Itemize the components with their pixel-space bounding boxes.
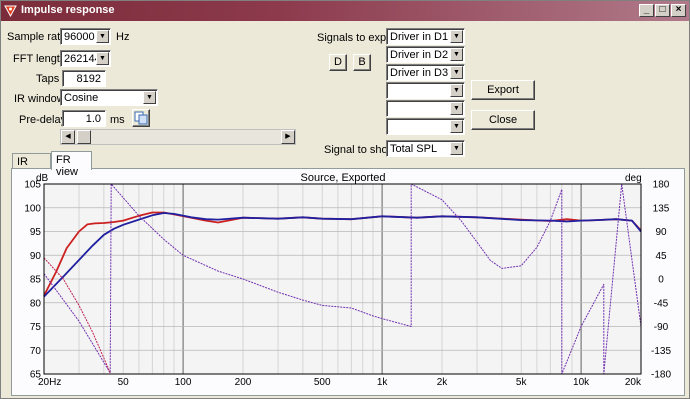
taps-field[interactable]: 8192 [62,70,106,87]
y2-tick-label: 90 [655,227,667,238]
signal-to-show-value: Total SPL [390,143,438,155]
y2-tick-label: 135 [653,203,670,214]
sample-rate-select[interactable]: 96000 ▼ [60,28,111,45]
x-tick-label: 50 [118,377,130,388]
y-tick-label: 95 [30,227,42,238]
predelay-unit: ms [110,114,125,126]
sample-rate-label: Sample rate [7,31,67,43]
y2-tick-label: -45 [654,298,669,309]
frequency-response-chart: 1051009590858075706518013590450-45-90-13… [24,172,671,388]
y2-tick-label: -135 [651,346,671,357]
export-signal-3-value: Driver in D3 [390,67,449,79]
y-tick-label: 90 [30,251,42,262]
y-tick-label: 70 [30,346,42,357]
export-signal-2-value: Driver in D2 [390,49,449,61]
x-tick-label: 2k [437,377,449,388]
predelay-label: Pre-delay [19,114,67,126]
close-window-button[interactable]: × [671,4,686,17]
ir-window-select[interactable]: Cosine ▼ [60,89,158,106]
title-bar[interactable]: Impulse response _ □ × [1,1,689,21]
y2-tick-label: -90 [654,322,669,333]
window-title: Impulse response [21,4,115,16]
tab-fr-view[interactable]: FR view [51,151,92,178]
signal-to-show-select[interactable]: Total SPL ▼ [386,140,465,157]
chevron-down-icon: ▼ [450,84,463,97]
copy-icon [134,111,148,125]
chart-title: Source, Exported [301,172,386,184]
maximize-button[interactable]: □ [655,4,670,17]
y2-tick-label: 0 [658,275,664,286]
y-tick-label: 80 [30,298,42,309]
y-tick-label: 75 [30,322,42,333]
chevron-down-icon: ▼ [450,102,463,115]
chevron-down-icon: ▼ [450,66,463,79]
x-tick-label: 200 [235,377,252,388]
chevron-down-icon: ▼ [450,30,463,43]
impulse-response-window: Impulse response _ □ × Sample rate 96000… [0,0,690,399]
chevron-down-icon: ▼ [143,91,156,104]
chevron-down-icon: ▼ [96,52,109,65]
slider-thumb[interactable] [77,130,91,144]
scroll-left-arrow-icon[interactable]: ◀ [61,130,75,144]
x-tick-label: 1k [377,377,389,388]
copy-button[interactable] [132,109,150,127]
ir-window-value: Cosine [64,92,99,104]
x-tick-label: 500 [314,377,331,388]
export-signal-1-select[interactable]: Driver in D1 ▼ [386,28,465,45]
y-tick-label: 100 [24,203,41,214]
ir-window-label: IR window [14,93,65,105]
export-signal-6-select[interactable]: ▼ [386,118,465,135]
app-icon [4,5,17,17]
x-tick-label: 20Hz [38,377,61,388]
predelay-slider[interactable]: ◀ ▶ [60,129,296,145]
y2-tick-label: -180 [651,370,671,381]
signal-to-show-label: Signal to show [324,144,396,156]
y2-axis-label: deg [625,173,642,184]
export-signal-3-select[interactable]: Driver in D3 ▼ [386,64,465,81]
y-axis-label: dB [36,173,49,184]
close-button[interactable]: Close [471,110,535,130]
minimize-button[interactable]: _ [639,4,654,17]
x-tick-label: 10k [573,377,590,388]
x-tick-label: 20k [625,377,642,388]
export-signal-1-value: Driver in D1 [390,31,449,43]
chevron-down-icon: ▼ [96,30,109,43]
export-button[interactable]: Export [471,80,535,100]
export-signal-5-select[interactable]: ▼ [386,100,465,117]
y-tick-label: 85 [30,275,42,286]
chevron-down-icon: ▼ [450,142,463,155]
fr-view-panel: 105 100 95 90 85 80 75 70 65 180 135 90 45 0 -45 -90 -13… [11,168,685,396]
x-tick-label: 100 [175,377,192,388]
fft-length-label: FFT length [13,53,66,65]
chevron-down-icon: ▼ [450,48,463,61]
b-button[interactable]: B [353,54,371,71]
x-tick-label: 5k [516,377,528,388]
fft-length-select[interactable]: 262144 ▼ [60,50,111,67]
export-signal-2-select[interactable]: Driver in D2 ▼ [386,46,465,63]
y2-tick-label: 180 [653,180,670,191]
sample-rate-value: 96000 [64,31,95,43]
predelay-field[interactable]: 1.0 [62,110,106,127]
export-signal-4-select[interactable]: ▼ [386,82,465,99]
d-button[interactable]: D [329,54,347,71]
sample-rate-unit: Hz [116,31,130,43]
scroll-right-arrow-icon[interactable]: ▶ [281,130,295,144]
chevron-down-icon: ▼ [450,120,463,133]
y2-tick-label: 45 [655,251,667,262]
taps-label: Taps [36,73,60,85]
